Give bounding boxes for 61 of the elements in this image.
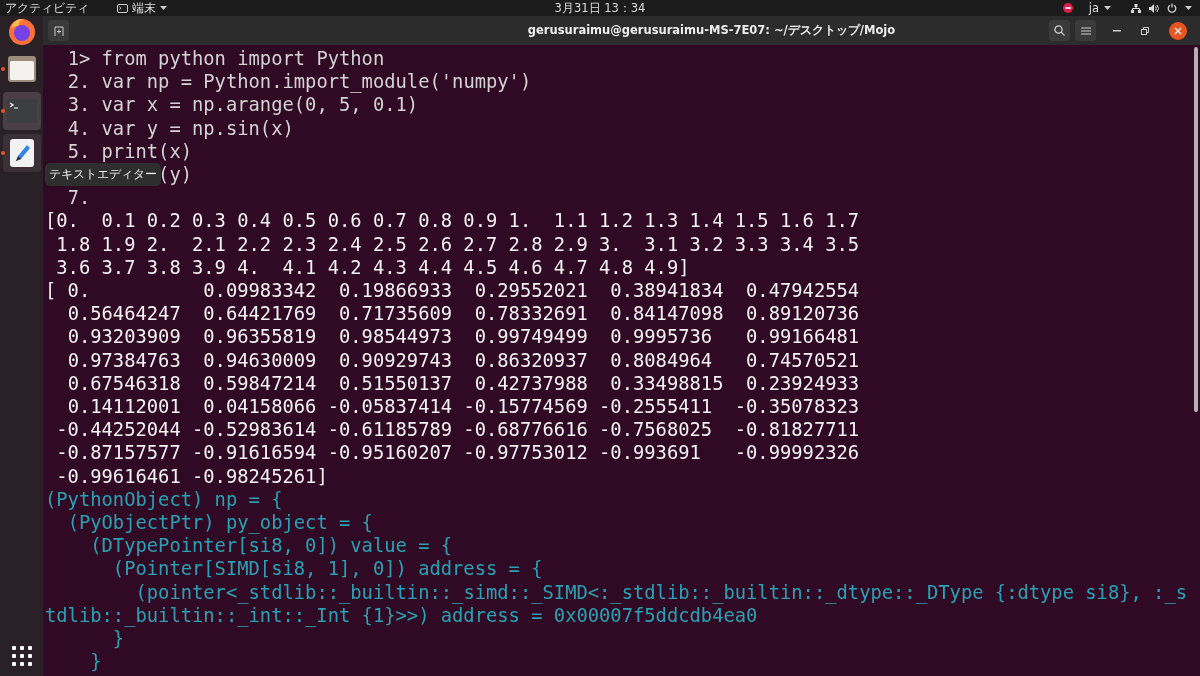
menu-icon [1080, 26, 1091, 35]
running-dot [0, 151, 5, 155]
input-method-menu[interactable]: ja [1088, 1, 1111, 15]
terminal-line: 5. print(x) [67, 140, 192, 162]
terminal-line: 0.56464247 0.64421769 0.71735609 0.78332691 0.84147098 0.89120736 [67, 303, 860, 325]
terminal-line: } [112, 628, 125, 650]
terminal-line: 3. var x = np.arange(0, 5, 0.1) [67, 94, 419, 116]
terminal-line: (Pointer[SIMD[si8, 1], 0]) address = { [112, 558, 543, 580]
new-tab-icon [53, 25, 64, 36]
close-icon[interactable] [1169, 21, 1187, 40]
running-dot [0, 67, 5, 71]
terminal-icon [6, 99, 37, 123]
minimize-icon[interactable] [1113, 29, 1121, 32]
terminal-line: 1.8 1.9 2. 2.1 2.2 2.3 2.4 2.5 2.6 2.7 2.8 2.9 3. 3.1 3.2 3.3 3.4 3.5 [56, 233, 860, 255]
dock-item[interactable] [2, 134, 41, 172]
activities-button[interactable]: アクティビティ [5, 0, 89, 16]
terminal-line: (y) [158, 164, 192, 185]
terminal-line: -0.87157577 -0.91616594 -0.95160207 -0.97753012 -0.993691 -0.99992326 [56, 442, 860, 464]
terminal-line: } [90, 651, 102, 673]
terminal-line: 2. var np = Python.import_module('numpy') [67, 71, 532, 93]
restore-icon[interactable] [1141, 26, 1149, 35]
system-menu[interactable] [1131, 3, 1192, 13]
terminal-line: -0.99616461 -0.98245261] [56, 465, 328, 487]
browser-icon [6, 16, 37, 46]
running-dot [0, 109, 5, 113]
terminal-line: (DTypePointer[si8, 0]) value = { [90, 535, 453, 557]
network-icon [1131, 3, 1141, 13]
scrollbar[interactable] [1194, 47, 1198, 412]
terminal-line: (PythonObject) np = { [45, 488, 283, 510]
terminal-line: 4. var y = np.sin(x) [67, 117, 294, 139]
text-editor-icon [9, 139, 34, 167]
terminal-line: 0.67546318 0.59847214 0.51550137 0.42737988 0.33498815 0.23924933 [67, 372, 860, 394]
power-icon [1167, 3, 1177, 13]
terminal-line: 7. [67, 187, 91, 209]
terminal-line: 0.14112001 0.04158066 -0.05837414 -0.15774569 -0.2555411 -0.35078323 [67, 396, 860, 418]
new-tab-button[interactable] [48, 20, 69, 41]
terminal-line: 1> from python import Python [67, 48, 385, 69]
search-button[interactable] [1049, 20, 1070, 41]
search-icon [1054, 25, 1065, 36]
terminal-line: tdlib::_builtin::_int::_Int {1}>>) address = 0x00007f5ddcdb4ea0 [45, 604, 758, 626]
terminal-line: -0.44252044 -0.52983614 -0.61185789 -0.68776616 -0.7568025 -0.81827711 [56, 419, 860, 441]
do-not-disturb-icon[interactable] [1062, 3, 1073, 13]
folder-icon [7, 56, 36, 82]
caret-icon [160, 5, 167, 11]
volume-icon [1149, 3, 1159, 13]
terminal-line: 0.93203909 0.96355819 0.98544973 0.99749499 0.9995736 0.99166481 [67, 326, 860, 348]
terminal-line: [ 0. 0.09983342 0.19866933 0.29552021 0.38941834 0.47942554 [45, 280, 860, 302]
terminal-icon [117, 3, 128, 13]
terminal-line: [0. 0.1 0.2 0.3 0.4 0.5 0.6 0.7 0.8 0.9 1. 1.1 1.2 1.3 1.4 1.5 1.6 1.7 [45, 210, 860, 232]
app-menu[interactable]: 端末 [117, 0, 167, 16]
app-grid-icon[interactable] [11, 646, 32, 666]
terminal-line: (pointer<_stdlib::_builtin::_simd::_SIMD<:_stdlib::_builtin::_dtype::_DType {:dtype si8}, :_s [135, 581, 1188, 603]
terminal-line: (PyObjectPtr) py_object = { [67, 512, 373, 534]
caret-icon [1104, 5, 1111, 11]
window-title: gerusuraimu@gerusuraimu-MS-7E07: ~/デスクトップ/Mojo [526, 23, 897, 38]
terminal-line: 0.97384763 0.94630009 0.90929743 0.86320937 0.8084964 0.74570521 [67, 349, 860, 371]
menu-button[interactable] [1075, 20, 1096, 41]
caret-icon [1185, 5, 1192, 11]
clock[interactable]: 3月31日 13：34 [554, 0, 646, 16]
tooltip: テキストエディター [45, 163, 161, 186]
terminal-line: 3.6 3.7 3.8 3.9 4. 4.1 4.2 4.3 4.4 4.5 4.6 4.7 4.8 4.9] [56, 256, 690, 278]
